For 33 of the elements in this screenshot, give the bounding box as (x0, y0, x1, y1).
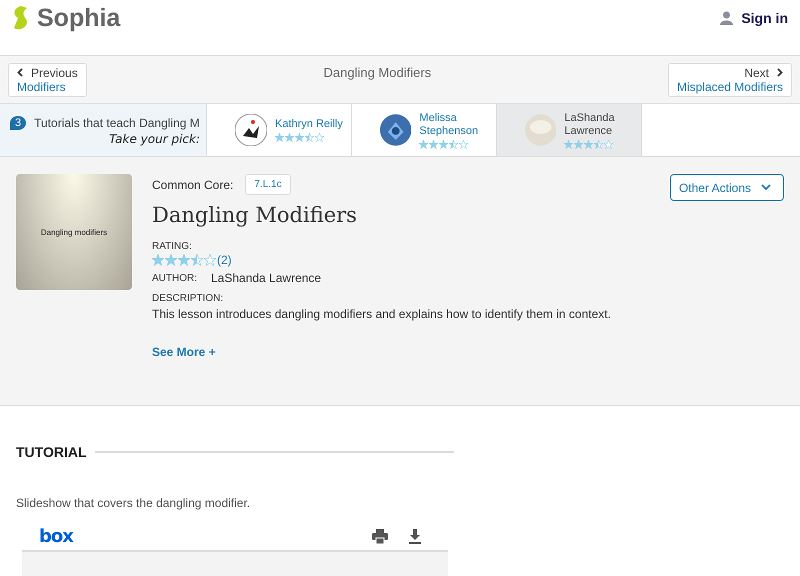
thumbnail-text: Dangling modifiers (40, 228, 108, 236)
tutorial-summary: Slideshow that covers the dangling modifier. (16, 496, 252, 510)
rating-label: RATING: (152, 241, 192, 252)
sign-in-link[interactable]: Sign in (720, 10, 788, 26)
tutorials-caption: Tutorials that teach Dangling M (34, 116, 200, 130)
tutorial-author[interactable]: Melissa Stephenson (419, 112, 496, 138)
see-more-link[interactable]: See More + (152, 345, 216, 359)
take-your-pick-text: Take your pick: (108, 132, 201, 146)
lesson-title: Dangling Modifiers (152, 203, 357, 227)
tutorial-count-badge: 3 (10, 116, 26, 130)
rating-count-link[interactable]: (2) (217, 253, 232, 267)
description-label: DESCRIPTION: (152, 293, 224, 304)
previous-button[interactable]: Previous Modifiers (8, 62, 87, 96)
chevron-right-icon (777, 68, 783, 77)
current-lesson-title: Dangling Modifiers (323, 65, 432, 80)
box-logo: box (39, 526, 73, 546)
author-name: LaShanda Lawrence (211, 271, 322, 285)
tutorial-author[interactable]: LaShanda Lawrence (564, 112, 641, 138)
chevron-left-icon (17, 68, 23, 77)
author-label: AUTHOR: (152, 272, 197, 284)
tutorial-heading: TUTORIAL (16, 444, 87, 460)
other-actions-button[interactable]: Other Actions (670, 174, 784, 201)
description-text: This lesson introduces dangling modifiers and explains how to identify them in context. (152, 307, 611, 321)
logo-text[interactable]: Sophia (37, 4, 120, 33)
next-button[interactable]: Next Misplaced Modifiers (668, 62, 792, 96)
common-core-label: Common Core: (152, 178, 234, 192)
download-icon[interactable] (408, 528, 422, 544)
standard-tag[interactable]: 7.L.1c (245, 174, 291, 195)
tutorial-author[interactable]: Kathryn Reilly (275, 118, 343, 131)
print-icon[interactable] (372, 528, 388, 544)
user-icon (720, 11, 734, 25)
tutorial-card[interactable]: LaShanda Lawrence (497, 104, 642, 156)
chevron-down-icon (761, 184, 771, 191)
